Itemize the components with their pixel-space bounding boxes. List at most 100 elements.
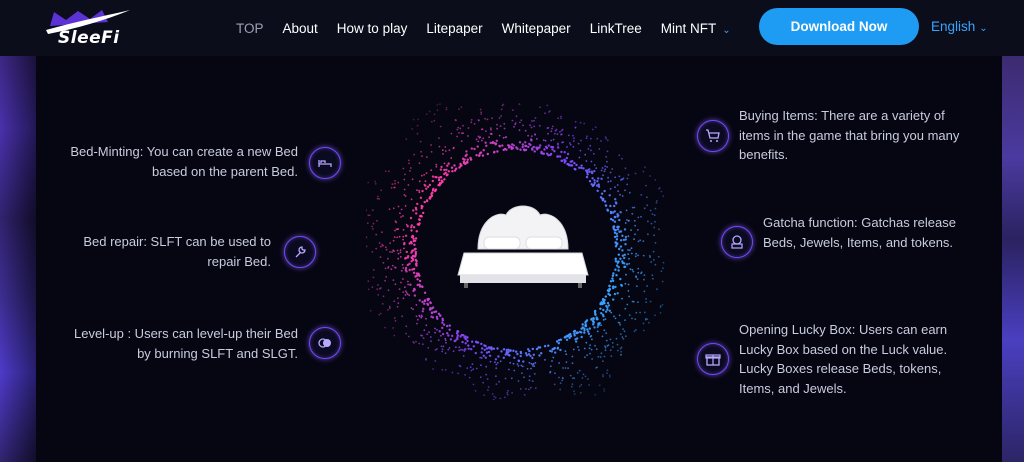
ring-particle xyxy=(520,119,523,122)
ring-particle xyxy=(429,336,432,338)
ring-particle xyxy=(646,196,648,199)
ring-particle xyxy=(410,229,413,232)
nav-linktree[interactable]: LinkTree xyxy=(590,21,642,36)
ring-particle xyxy=(444,368,447,371)
ring-particle xyxy=(651,274,654,277)
ring-particle xyxy=(615,232,618,235)
ring-particle xyxy=(583,329,586,332)
ring-particle xyxy=(511,392,513,394)
nav-whitepaper[interactable]: Whitepaper xyxy=(502,21,571,36)
ring-particle xyxy=(534,387,537,389)
ring-particle xyxy=(573,330,576,333)
ring-particle xyxy=(659,312,662,314)
ring-particle xyxy=(637,301,639,304)
ring-particle xyxy=(630,252,633,255)
ring-particle xyxy=(493,150,496,154)
ring-particle xyxy=(418,180,421,183)
ring-particle xyxy=(634,172,637,175)
ring-particle xyxy=(539,144,542,147)
ring-particle xyxy=(547,154,550,157)
ring-particle xyxy=(572,134,574,137)
ring-particle xyxy=(434,327,436,330)
ring-particle xyxy=(498,117,501,119)
ring-particle xyxy=(428,110,431,113)
ring-particle xyxy=(562,367,564,369)
ring-particle xyxy=(606,209,610,212)
ring-particle xyxy=(401,315,404,318)
nav-litepaper[interactable]: Litepaper xyxy=(426,21,482,36)
ring-particle xyxy=(569,374,572,377)
ring-particle xyxy=(632,300,635,303)
ring-particle xyxy=(593,169,596,173)
ring-particle xyxy=(393,334,396,337)
ring-particle xyxy=(483,394,486,396)
sleefi-logo[interactable]: SleeFi xyxy=(44,8,134,50)
ring-particle xyxy=(516,363,519,365)
nav-mint-nft[interactable]: Mint NFT ⌄ xyxy=(661,21,731,36)
ring-particle xyxy=(554,129,557,132)
ring-particle xyxy=(623,262,626,265)
ring-particle xyxy=(416,132,419,135)
ring-particle xyxy=(619,239,623,242)
ring-particle xyxy=(441,332,445,336)
ring-particle xyxy=(573,137,575,140)
ring-particle xyxy=(510,377,513,380)
ring-particle xyxy=(385,248,388,251)
ring-particle xyxy=(608,374,611,377)
language-select[interactable]: English ⌄ xyxy=(931,19,988,34)
ring-particle xyxy=(411,254,415,258)
ring-particle xyxy=(621,249,624,252)
ring-particle xyxy=(523,376,525,379)
ring-particle xyxy=(431,175,435,178)
nav-how-to-play[interactable]: How to play xyxy=(337,21,408,36)
download-button[interactable]: Download Now xyxy=(759,8,919,45)
ring-particle xyxy=(606,306,609,309)
ring-particle xyxy=(572,140,575,142)
ring-particle xyxy=(631,212,634,215)
nav-about[interactable]: About xyxy=(283,21,318,36)
ring-particle xyxy=(521,372,523,374)
ring-particle xyxy=(606,308,609,311)
ring-particle xyxy=(572,348,575,351)
ring-particle xyxy=(513,369,516,372)
ring-particle xyxy=(493,395,496,398)
ring-particle xyxy=(585,160,588,162)
ring-particle xyxy=(524,144,527,148)
ring-particle xyxy=(508,354,511,357)
ring-particle xyxy=(593,164,596,166)
ring-particle xyxy=(480,364,482,367)
ring-particle xyxy=(377,294,380,296)
ring-particle xyxy=(621,195,624,197)
ring-particle xyxy=(405,325,408,328)
ring-particle xyxy=(397,228,400,230)
ring-particle xyxy=(653,234,655,237)
ring-particle xyxy=(654,207,657,210)
ring-particle xyxy=(643,278,645,281)
ring-particle xyxy=(393,236,396,239)
ring-particle xyxy=(464,342,467,345)
ring-particle xyxy=(547,344,550,347)
ring-particle xyxy=(610,311,613,314)
ring-particle xyxy=(527,348,530,351)
ring-particle xyxy=(616,213,619,216)
ring-particle xyxy=(384,279,386,282)
ring-particle xyxy=(606,301,610,305)
ring-particle xyxy=(547,144,550,147)
ring-particle xyxy=(400,281,402,284)
ring-particle xyxy=(424,184,427,187)
ring-particle xyxy=(580,139,582,142)
ring-particle xyxy=(657,255,660,258)
ring-particle xyxy=(621,157,623,160)
ring-particle xyxy=(635,252,638,255)
ring-particle xyxy=(388,208,391,211)
ring-particle xyxy=(430,192,433,196)
nav-top[interactable]: TOP xyxy=(236,21,264,36)
ring-particle xyxy=(444,146,447,148)
ring-particle xyxy=(604,345,606,347)
ring-particle xyxy=(400,208,403,211)
ring-particle xyxy=(469,158,473,161)
ring-particle xyxy=(544,145,548,148)
ring-particle xyxy=(505,148,508,151)
ring-particle xyxy=(605,332,608,334)
ring-particle xyxy=(405,291,408,294)
